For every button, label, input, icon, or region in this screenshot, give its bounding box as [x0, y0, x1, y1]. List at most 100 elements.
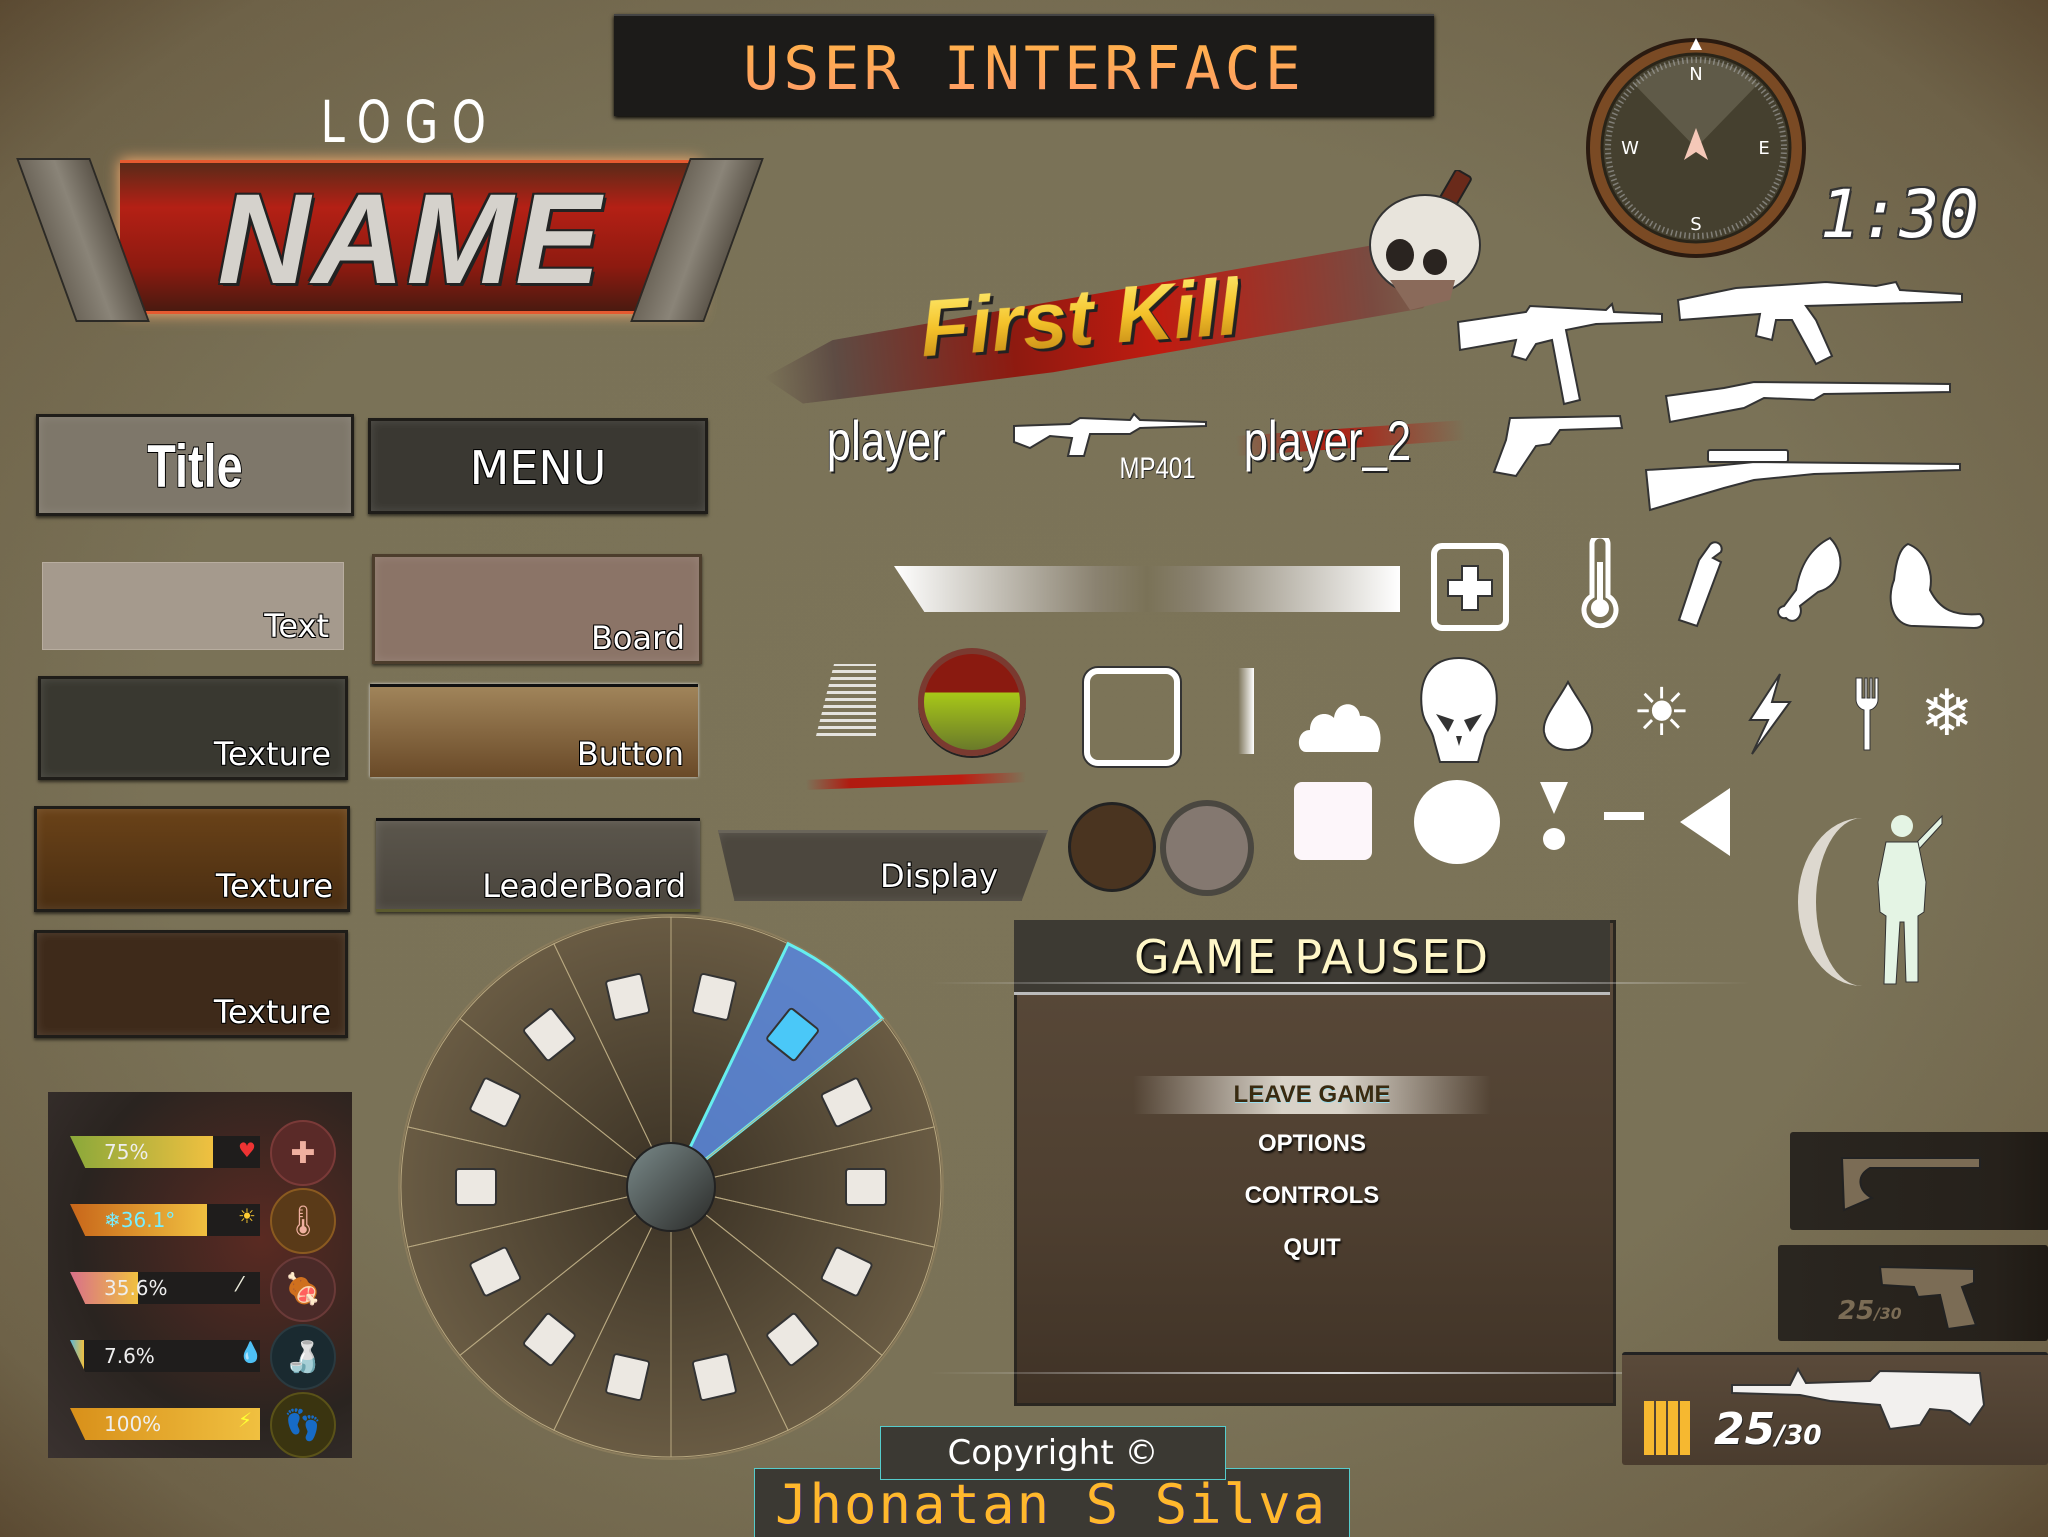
weapon-slot-axe[interactable]	[1790, 1132, 2048, 1230]
board-panel: Board	[372, 554, 702, 664]
heart-icon: ♥	[238, 1138, 256, 1162]
circle-shape	[1414, 780, 1500, 864]
thirst-value: 7.6%	[104, 1344, 155, 1368]
build-wheel[interactable]	[396, 912, 946, 1462]
pause-menu-title: GAME PAUSED	[1133, 930, 1491, 984]
copyright-text: Copyright ©	[947, 1433, 1159, 1473]
skull-knife-icon	[1369, 170, 1481, 310]
medkit-icon	[1431, 543, 1509, 631]
stamina-bar-fill	[70, 1408, 260, 1440]
first-kill-text: First Kill	[917, 261, 1243, 374]
display-panel: Display	[718, 830, 1048, 901]
water-bottle-icon: 🍶	[270, 1324, 336, 1390]
author-name: Jhonatan S Silva	[775, 1473, 1328, 1536]
health-orb	[918, 648, 1026, 756]
hunger-bar: 35.6%	[70, 1272, 260, 1304]
soldier-silhouette-icon	[1877, 814, 1943, 985]
medkit-icon: ✚	[270, 1120, 336, 1186]
corner-block-icon	[691, 1353, 737, 1402]
weapon-slot-rifle[interactable]	[1622, 1352, 2048, 1465]
triangle-left-shape	[1680, 788, 1730, 856]
text-panel: Text	[42, 562, 344, 650]
dark-circle-button[interactable]	[1068, 802, 1156, 892]
page-header: USER INTERFACE	[614, 14, 1434, 116]
dash-shape	[1604, 812, 1644, 820]
meat-leg-icon: 🍖	[270, 1256, 336, 1322]
axe-icon	[1840, 1157, 1981, 1212]
hunger-value: 35.6%	[104, 1276, 168, 1300]
grey-circle-button[interactable]	[1160, 800, 1254, 896]
foot-icon: 👣	[270, 1392, 336, 1458]
brush-stroke	[816, 664, 876, 736]
header-title: USER INTERFACE	[614, 34, 1434, 104]
meat-leg-icon	[1777, 536, 1842, 622]
cloud-icon	[1298, 704, 1381, 752]
door-frame-icon	[605, 972, 651, 1021]
stamina-value: 100%	[104, 1412, 162, 1436]
ammo-current: 25	[1714, 1404, 1776, 1455]
water-bottle-icon	[1677, 541, 1723, 628]
panel-label: LeaderBoard	[482, 867, 686, 905]
fork-icon	[1855, 677, 1879, 751]
pistol-ammo-count: 25/30	[1838, 1296, 1902, 1326]
smg-icon	[1456, 302, 1663, 406]
leaderboard-button[interactable]: LeaderBoard	[376, 818, 700, 912]
exclamation-shape	[1540, 782, 1568, 854]
menu-button[interactable]: MENU	[368, 418, 708, 514]
sun-icon: ☀	[238, 1204, 256, 1228]
match-timer: 1:30	[1820, 176, 1979, 253]
revolver-icon	[1492, 414, 1624, 478]
texture-panel-darkbrown: Texture	[34, 930, 348, 1038]
quit-button[interactable]: QUIT	[1014, 1234, 1610, 1262]
compass-s: S	[1690, 214, 1701, 235]
sniper-rifle-icon	[1644, 449, 1961, 512]
sun-icon: ☀	[1632, 674, 1692, 751]
compass-e: E	[1758, 138, 1769, 159]
title-button-label: Title	[147, 433, 243, 500]
compass-n: N	[1689, 64, 1702, 85]
ammo-max: /30	[1775, 1420, 1822, 1451]
health-bar: 75%	[70, 1136, 260, 1168]
stance-arc	[1798, 818, 1862, 986]
wheel-hub[interactable]	[626, 1142, 716, 1232]
panel-label: Button	[576, 735, 684, 773]
survival-stats-panel: 75% ♥ ✚ ❄36.1° ☀ 🌡 35.6% ⁄ 🍖 7.6% 💧 🍶 10…	[48, 1092, 352, 1458]
wall-icon	[691, 972, 737, 1021]
panel-label: Board	[590, 619, 685, 657]
triangle-floor-icon	[605, 1353, 651, 1402]
thermometer-icon: 🌡	[270, 1188, 336, 1254]
compass: N S W E	[1586, 38, 1806, 258]
copyright-panel: Copyright ©	[880, 1426, 1226, 1480]
ammo-current: 25	[1838, 1296, 1875, 1326]
weapon-slot-pistol[interactable]	[1778, 1245, 2048, 1341]
gold-button[interactable]: Button	[370, 684, 698, 777]
compass-w: W	[1621, 138, 1639, 159]
health-value: 75%	[104, 1140, 149, 1164]
texture-panel-dark: Texture	[38, 676, 348, 780]
menu-button-label: MENU	[469, 441, 607, 495]
lightning-icon: ⚡	[238, 1408, 253, 1432]
panel-label: Texture	[215, 867, 333, 905]
texture-panel-brown: Texture	[34, 806, 350, 912]
logo-caption: LOGO	[320, 88, 500, 156]
thirst-bar-fill	[70, 1340, 85, 1372]
panel-label: Texture	[213, 993, 331, 1031]
slider-bar[interactable]	[1238, 668, 1254, 754]
square-shape	[1294, 782, 1372, 860]
victim-name: player_2	[1243, 409, 1412, 472]
weapon-label: MP401	[1119, 452, 1196, 485]
shotgun-icon	[1664, 380, 1951, 424]
controls-button[interactable]: CONTROLS	[1014, 1182, 1610, 1210]
thirst-bar: 7.6%	[70, 1340, 260, 1372]
leave-game-button[interactable]: LEAVE GAME	[1014, 1076, 1610, 1114]
divider	[930, 982, 1750, 984]
logo-name: NAME	[217, 168, 603, 311]
panel-label: Texture	[213, 735, 331, 773]
drumstick-icon: ⁄	[238, 1272, 242, 1296]
title-button[interactable]: Title	[36, 414, 354, 516]
skull-icon	[1420, 656, 1498, 763]
options-button[interactable]: OPTIONS	[1014, 1130, 1610, 1158]
stamina-bar: 100%	[70, 1408, 260, 1440]
frame-icon	[1084, 668, 1180, 766]
panel-label: Text	[264, 607, 329, 645]
